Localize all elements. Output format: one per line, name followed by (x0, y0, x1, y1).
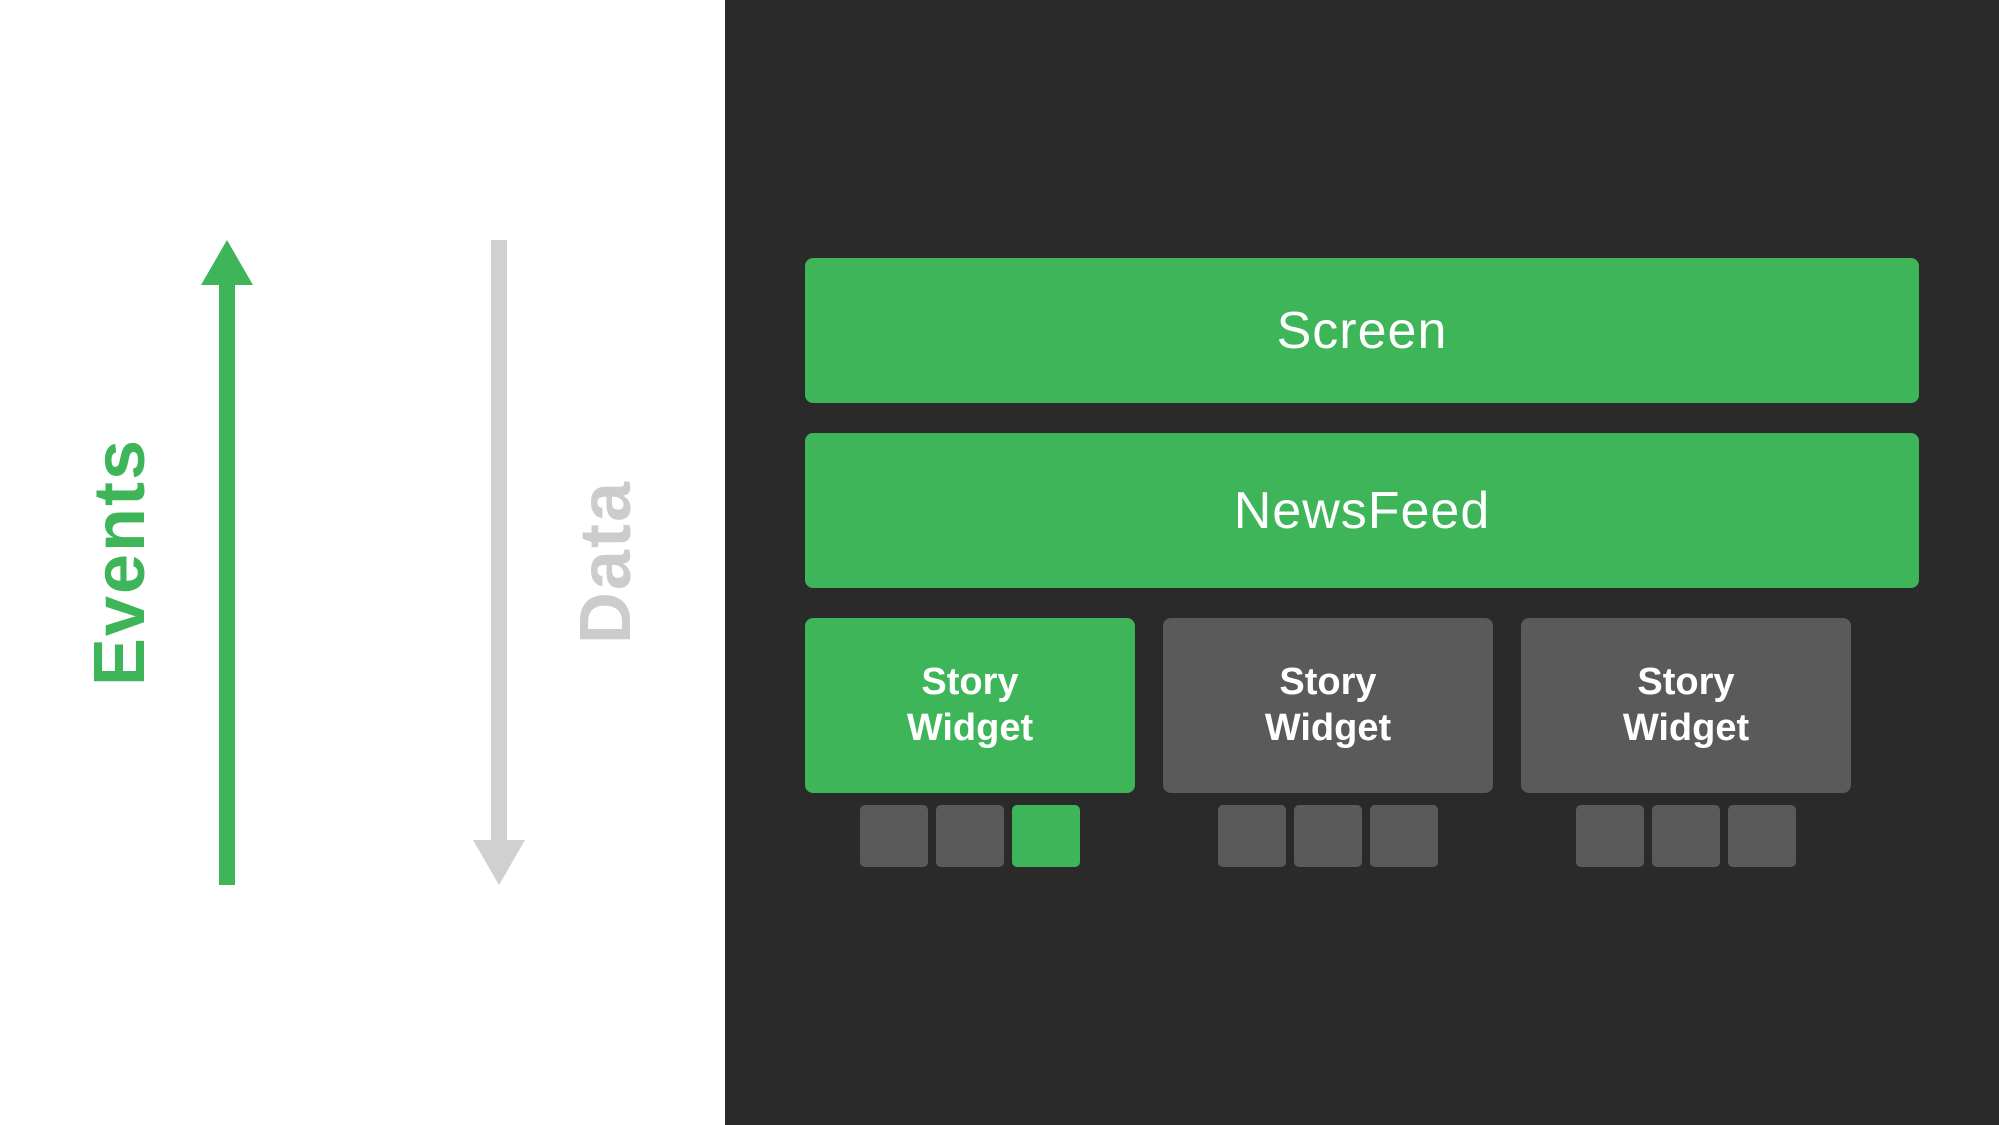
screen-box: Screen (805, 258, 1919, 403)
data-arrow-down (473, 240, 525, 885)
indicator-2-1 (1218, 805, 1286, 867)
story-widget-box-2: StoryWidget (1163, 618, 1493, 793)
events-arrowhead (201, 240, 253, 285)
indicator-1-2 (936, 805, 1004, 867)
story-widget-label-1: StoryWidget (907, 660, 1033, 751)
right-panel: Screen NewsFeed StoryWidget (725, 0, 1999, 1125)
data-arrowhead (473, 840, 525, 885)
story-widget-group-3: StoryWidget (1521, 618, 1851, 867)
screen-label: Screen (1277, 301, 1448, 361)
story-widget-label-3: StoryWidget (1623, 660, 1749, 751)
story-widget-group-1: StoryWidget (805, 618, 1135, 867)
events-arrow-container: Events (79, 240, 253, 885)
indicator-2-2 (1294, 805, 1362, 867)
story-widgets-row: StoryWidget StoryWidget (805, 618, 1919, 867)
indicator-1-3 (1012, 805, 1080, 867)
indicator-3-1 (1576, 805, 1644, 867)
indicator-1-1 (860, 805, 928, 867)
left-panel: Events Data (0, 0, 725, 1125)
indicator-row-2 (1218, 805, 1438, 867)
events-arrow-up (201, 240, 253, 885)
indicator-2-3 (1370, 805, 1438, 867)
newsfeed-label: NewsFeed (1234, 481, 1491, 541)
events-label: Events (79, 438, 161, 686)
story-widget-label-2: StoryWidget (1265, 660, 1391, 751)
data-label: Data (565, 480, 647, 644)
arrows-container: Events Data (79, 240, 647, 885)
data-arrow-container: Data (473, 240, 647, 885)
indicator-3-3 (1728, 805, 1796, 867)
story-widget-group-2: StoryWidget (1163, 618, 1493, 867)
newsfeed-box: NewsFeed (805, 433, 1919, 588)
events-shaft (219, 285, 235, 885)
indicator-3-2 (1652, 805, 1720, 867)
indicator-row-3 (1576, 805, 1796, 867)
indicator-row-1 (860, 805, 1080, 867)
data-shaft (491, 240, 507, 840)
story-widget-box-3: StoryWidget (1521, 618, 1851, 793)
story-widget-box-1: StoryWidget (805, 618, 1135, 793)
diagram: Screen NewsFeed StoryWidget (805, 258, 1919, 867)
